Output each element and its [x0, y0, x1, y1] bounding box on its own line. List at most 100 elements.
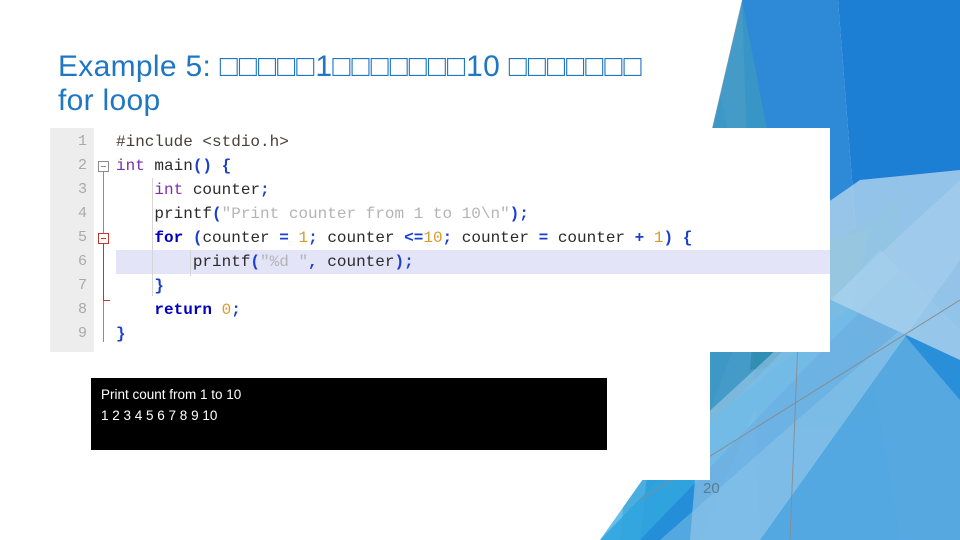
title-number-1: 1 [315, 50, 333, 83]
variable-counter: counter [461, 229, 529, 247]
indent-guide [152, 178, 153, 296]
line-number: 2 [77, 157, 87, 174]
string-literal: "%d " [260, 253, 309, 271]
line-number: 3 [77, 181, 87, 198]
fold-toggle-icon-for[interactable] [98, 233, 109, 244]
keyword-for: for [154, 229, 184, 247]
console-output-panel: Print count from 1 to 10 1 2 3 4 5 6 7 8… [91, 378, 607, 450]
code-brace-open: { [221, 157, 232, 175]
operator-lte: <= [404, 229, 424, 247]
function-printf: printf [192, 253, 251, 271]
console-output-line-2: 1 2 3 4 5 6 7 8 9 10 [101, 408, 218, 423]
code-semicolon: ; [231, 301, 241, 319]
number-1: 1 [298, 229, 309, 247]
code-line-2: int main() { [116, 154, 830, 178]
fold-toggle-icon-main[interactable] [98, 161, 109, 172]
title-unrendered-glyphs-2: □□□□□□□ [332, 50, 467, 83]
code-paren-close: ) [663, 229, 674, 247]
code-line-6-current: printf("%d ", counter); [116, 250, 830, 274]
code-semicolon: ; [442, 229, 453, 247]
variable-counter: counter [557, 229, 626, 247]
title-line-2: for loop [58, 84, 161, 117]
title-space [500, 50, 509, 83]
function-main: main [154, 157, 193, 175]
number-0: 0 [221, 301, 232, 319]
code-brace-close: } [154, 277, 165, 295]
page-title: Example 5: □□□□□1□□□□□□□10 □□□□□□□ for lo… [58, 50, 818, 118]
keyword-int: int [154, 181, 184, 199]
code-text-area[interactable]: #include <stdio.h> int main() { int coun… [116, 128, 830, 352]
operator-assign: = [538, 229, 549, 247]
code-paren-open: ( [212, 205, 222, 223]
title-unrendered-glyphs-1: □□□□□ [219, 50, 316, 83]
title-number-10: 10 [466, 50, 501, 83]
fold-guide-for-end [103, 300, 110, 301]
string-literal: "Print counter from 1 to 10\n" [221, 205, 510, 223]
code-editor-card: 1 2 3 4 5 6 7 8 9 #include <stdio.h> int… [50, 128, 830, 352]
variable-counter: counter [327, 229, 395, 247]
code-line-8: return 0; [116, 298, 830, 322]
line-number: 7 [77, 277, 87, 294]
code-paren-close: ); [509, 205, 529, 223]
line-number: 9 [77, 325, 87, 342]
code-comma: , [308, 253, 318, 271]
variable-counter: counter [192, 181, 261, 199]
code-line-4: printf("Print counter from 1 to 10\n"); [116, 202, 830, 226]
code-brace-open: { [682, 229, 693, 247]
code-paren-open: ( [192, 229, 203, 247]
code-line-7: } [116, 274, 830, 298]
function-printf: printf [154, 205, 213, 223]
code-line-3: int counter; [116, 178, 830, 202]
line-number: 6 [77, 253, 87, 270]
variable-counter: counter [202, 229, 270, 247]
code-semicolon: ; [308, 229, 318, 247]
code-fold-column [94, 128, 116, 352]
fold-guide-for [103, 244, 104, 300]
code-line-1: #include <stdio.h> [116, 130, 830, 154]
keyword-int: int [116, 157, 145, 175]
indent-guide [190, 250, 191, 276]
slide-page-number: 20 [703, 480, 720, 497]
code-paren-close: ); [394, 253, 414, 271]
include-directive: #include <stdio.h> [116, 133, 289, 151]
line-number: 4 [77, 205, 87, 222]
number-10: 10 [423, 229, 443, 247]
keyword-return: return [154, 301, 213, 319]
code-punct: () [192, 157, 213, 175]
code-semicolon: ; [260, 181, 270, 199]
operator-plus: + [634, 229, 645, 247]
code-line-9: } [116, 322, 830, 346]
line-number: 8 [77, 301, 87, 318]
code-line-5: for (counter = 1; counter <=10; counter … [116, 226, 830, 250]
variable-counter: counter [327, 253, 395, 271]
line-number-gutter: 1 2 3 4 5 6 7 8 9 [50, 128, 94, 352]
title-prefix: Example 5: [58, 50, 220, 83]
line-number: 1 [77, 133, 87, 150]
code-brace-close: } [116, 325, 126, 343]
code-paren-open: ( [250, 253, 261, 271]
console-output-line-1: Print count from 1 to 10 [101, 387, 242, 402]
operator-assign: = [279, 229, 289, 247]
title-unrendered-glyphs-3: □□□□□□□ [508, 50, 643, 83]
